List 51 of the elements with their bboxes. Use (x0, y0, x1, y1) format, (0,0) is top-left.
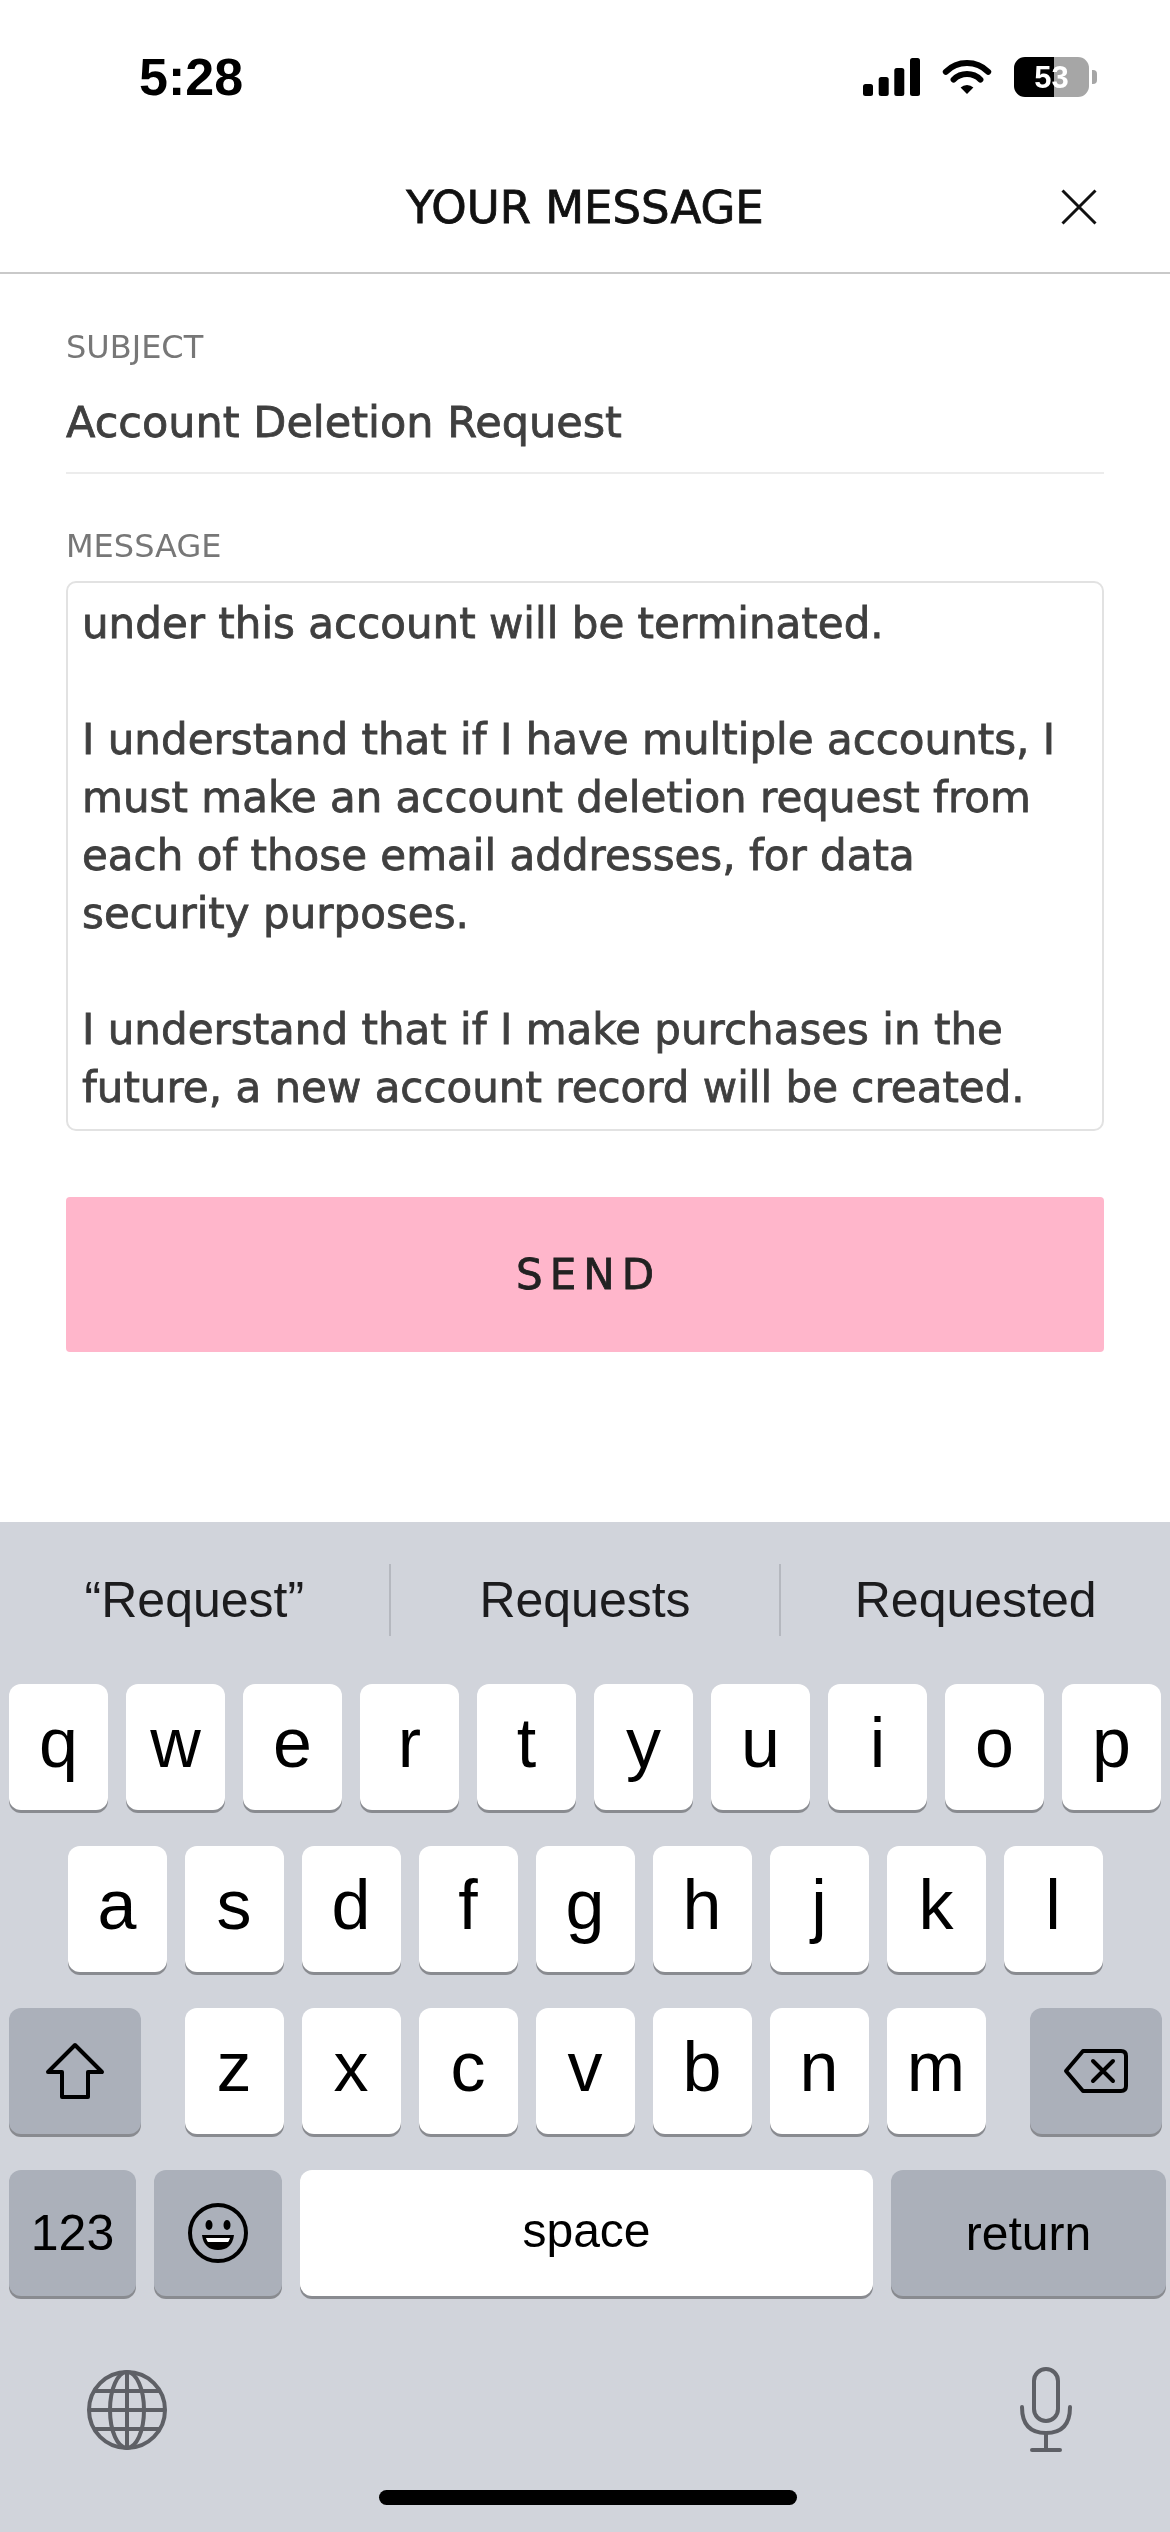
delete-key[interactable] (1029, 2008, 1162, 2134)
emoji-key[interactable] (154, 2170, 282, 2296)
keyboard-key[interactable]: k (886, 1846, 986, 1972)
text-input-field[interactable]: Account Deletion Request (66, 394, 1104, 474)
keyboard-key[interactable]: t (477, 1684, 576, 1810)
page-title: YOUR MESSAGE (406, 180, 764, 234)
signal-icon (863, 58, 920, 96)
globe-icon[interactable] (86, 2369, 168, 2451)
shift-key[interactable] (8, 2008, 141, 2134)
shift-icon (43, 2042, 106, 2100)
keyboard-key[interactable]: m (886, 2008, 986, 2134)
keyboard-key[interactable]: b (652, 2008, 752, 2134)
keyboard-key[interactable]: c (418, 2008, 518, 2134)
keyboard-key[interactable]: j (769, 1846, 869, 1972)
keyboard-key[interactable]: o (945, 1684, 1044, 1810)
keyboard-key[interactable]: p (1062, 1684, 1161, 1810)
keyboard-key[interactable]: y (594, 1684, 693, 1810)
keyboard-key[interactable]: n (769, 2008, 869, 2134)
keyboard-key[interactable]: e (243, 1684, 342, 1810)
keyboard-key[interactable]: s (184, 1846, 284, 1972)
close-icon (1061, 189, 1097, 225)
keyboard-key[interactable]: r (360, 1684, 459, 1810)
keyboard-key[interactable]: f (418, 1846, 518, 1972)
status-time: 5:28 (139, 47, 244, 107)
keyboard-key[interactable]: l (1003, 1846, 1103, 1972)
suggestion-item[interactable]: “Request” (0, 1571, 389, 1629)
keyboard-key[interactable]: x (301, 2008, 401, 2134)
keyboard-key[interactable]: g (535, 1846, 635, 1972)
return-key[interactable]: return (891, 2170, 1166, 2296)
space-key[interactable]: space (300, 2170, 873, 2296)
suggestion-item[interactable]: Requests (390, 1571, 780, 1629)
keyboard-key[interactable]: u (711, 1684, 810, 1810)
keyboard-key[interactable]: q (9, 1684, 108, 1810)
keyboard-key[interactable]: a (67, 1846, 167, 1972)
keyboard-key[interactable]: i (828, 1684, 927, 1810)
keyboard-key[interactable]: h (652, 1846, 752, 1972)
backspace-icon (1062, 2048, 1129, 2094)
send-button[interactable]: SEND (66, 1197, 1104, 1352)
wifi-icon (942, 59, 992, 95)
microphone-icon[interactable] (1018, 2367, 1074, 2453)
message-text-area[interactable]: under this account will be terminated. I understand that if I have multiple accounts, I must make an account deletion request from each of those email addresses, for data security purposes. I understand that if I make purchases in the future, a new account record will be created. (66, 581, 1104, 1131)
smiley-icon (187, 2202, 249, 2264)
message-label: MESSAGE (66, 526, 223, 566)
suggestion-item[interactable]: Requested (781, 1571, 1170, 1629)
keyboard-key[interactable]: d (301, 1846, 401, 1972)
numbers-key[interactable]: 123 (9, 2170, 136, 2296)
close-button[interactable] (1061, 189, 1097, 225)
keyboard-key[interactable]: z (184, 2008, 284, 2134)
field-label: SUBJECT (66, 327, 205, 367)
keyboard-key[interactable]: v (535, 2008, 635, 2134)
keyboard-key[interactable]: w (126, 1684, 225, 1810)
